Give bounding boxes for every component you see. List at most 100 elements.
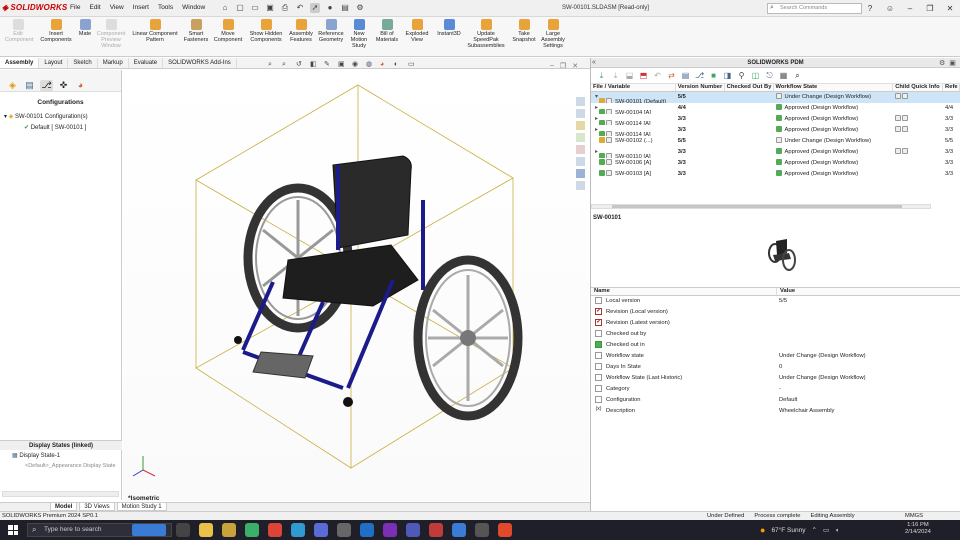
pdm-taskbar-icon[interactable]	[452, 523, 466, 537]
minimize-button[interactable]: –	[900, 0, 920, 17]
edit-appearance-icon[interactable]: ◕	[380, 61, 388, 69]
ribbon-button-move-component[interactable]: Move Component	[212, 19, 244, 43]
search-highlight-icon[interactable]	[132, 524, 166, 536]
ribbon-button-insert-components[interactable]: Insert Components	[36, 19, 76, 43]
chrome-icon[interactable]	[268, 523, 282, 537]
viewport-minimize-icon[interactable]: –	[550, 62, 554, 70]
ribbon-button-reference-geometry[interactable]: Reference Geometry	[316, 19, 346, 43]
view-settings-icon[interactable]: ▭	[408, 61, 416, 69]
display-manager-icon[interactable]: ◕	[74, 80, 87, 91]
network-icon[interactable]: ▭	[823, 526, 829, 534]
viewport-restore-icon[interactable]: ❐	[560, 62, 566, 70]
custom-properties-icon[interactable]	[576, 157, 585, 166]
refresh-app-icon[interactable]	[475, 523, 489, 537]
outlook-icon[interactable]	[360, 523, 374, 537]
user-icon[interactable]: ☺	[880, 0, 900, 17]
edge-icon[interactable]	[245, 523, 259, 537]
search-icon-pdm[interactable]: ⌕	[793, 71, 802, 80]
bottom-tab-model[interactable]: Model	[50, 503, 78, 511]
maximize-button[interactable]: ❐	[920, 0, 940, 17]
name-column-header[interactable]: Name	[591, 288, 777, 295]
task-view-icon[interactable]	[176, 523, 190, 537]
display-state-item[interactable]: ▦ Display State-1	[12, 452, 60, 459]
ribbon-button-assembly-features[interactable]: Assembly Features	[286, 19, 316, 43]
ribbon-button-new-motion-study[interactable]: New Motion Study	[348, 19, 370, 50]
menu-view[interactable]: View	[110, 4, 124, 11]
tab-layout[interactable]: Layout	[39, 58, 69, 68]
zoom-to-fit-icon[interactable]: ⌕	[268, 61, 276, 69]
open-folder-icon[interactable]: ▭	[250, 3, 260, 13]
file-explorer-taskbar-icon[interactable]	[199, 523, 213, 537]
menu-window[interactable]: Window	[182, 4, 205, 11]
ribbon-button-exploded-view[interactable]: Exploded View	[402, 19, 432, 43]
get-latest-icon[interactable]: ⤓	[597, 71, 606, 80]
ribbon-button-instant3d[interactable]: Instant3D	[434, 19, 464, 37]
volume-icon[interactable]: ◖	[835, 527, 839, 534]
change-state-icon[interactable]: ⇄	[667, 71, 676, 80]
tree-root[interactable]: ▾ ◈ SW-00101 Configuration(s)	[4, 112, 121, 123]
file-explorer-icon[interactable]	[576, 121, 585, 130]
view-palette-icon[interactable]	[576, 133, 585, 142]
scrollbar-thumb[interactable]	[612, 205, 902, 208]
find-icon[interactable]: ⚲	[737, 71, 746, 80]
rebuild-icon[interactable]: ●	[325, 3, 335, 13]
graphics-area[interactable]: *Isometric	[123, 70, 589, 502]
viewport-close-icon[interactable]: ✕	[572, 62, 578, 70]
pdm-tab-icon[interactable]	[576, 169, 585, 178]
menu-file[interactable]: File	[70, 4, 80, 11]
file-row[interactable]: ▸SW-00114 [A] 3/3 Approved (Design Workflo…	[591, 114, 960, 125]
new-document-icon[interactable]: ▢	[235, 3, 245, 13]
view-orientation-icon[interactable]: ▣	[338, 61, 346, 69]
previous-view-icon[interactable]: ↺	[296, 61, 304, 69]
file-row[interactable]: SW-00106 [A] 3/3 Approved (Design Workflow…	[591, 158, 960, 169]
ribbon-button-update-speedpak-subassemblies[interactable]: Update SpeedPak Subassemblies	[466, 19, 506, 50]
save-icon[interactable]: ▣	[265, 3, 275, 13]
zoom-to-area-icon[interactable]: ⌕	[282, 61, 290, 69]
property-manager-icon[interactable]: ▤	[23, 80, 36, 91]
bill-of-materials-icon[interactable]: ▦	[779, 71, 788, 80]
solidworks-logo[interactable]: ◈ SOLIDWORKS	[2, 3, 67, 12]
recording-icon[interactable]	[498, 523, 512, 537]
column-header-child-quick-info[interactable]: Child Quick Info	[893, 84, 944, 91]
dynamic-annotation-icon[interactable]: ✎	[324, 61, 332, 69]
ribbon-button-take-snapshot[interactable]: Take Snapshot	[510, 19, 538, 43]
pdm-settings-icon[interactable]: ⚙	[939, 59, 945, 67]
tree-config-default[interactable]: ✔ Default [ SW-00101 ]	[4, 123, 121, 134]
tab-evaluate[interactable]: Evaluate	[129, 58, 164, 68]
column-header-version-number[interactable]: Version Number	[676, 84, 725, 91]
check-out-icon[interactable]: ⬒	[639, 71, 648, 80]
file-row[interactable]: ▸SW-00104 [A] 4/4 Approved (Design Workflo…	[591, 103, 960, 114]
undo-checkout-icon[interactable]: ↶	[653, 71, 662, 80]
file-row[interactable]: SW-00102 (...) 5/5 Under Change (Design Wo…	[591, 136, 960, 147]
column-header-checked-out-by[interactable]: Checked Out By	[725, 84, 774, 91]
edge-dev-icon[interactable]	[291, 523, 305, 537]
list-view-icon[interactable]: ▤	[681, 71, 690, 80]
print-icon[interactable]: ⎙	[280, 3, 290, 13]
ribbon-button-smart-fasteners[interactable]: Smart Fasteners	[182, 19, 210, 43]
media-icon[interactable]	[314, 523, 328, 537]
feature-manager-icon[interactable]: ◈	[6, 80, 19, 91]
ribbon-button-edit-component[interactable]: Edit Component	[5, 19, 33, 43]
tab-solidworks-add-ins[interactable]: SOLIDWORKS Add-Ins	[163, 58, 237, 68]
bottom-tab-3d-views[interactable]: 3D Views	[79, 503, 115, 511]
menu-insert[interactable]: Insert	[133, 4, 149, 11]
configuration-manager-icon[interactable]: ⎇	[40, 80, 53, 91]
dimxpert-icon[interactable]: ✜	[57, 80, 70, 91]
apply-scene-icon[interactable]: ◐	[394, 61, 402, 69]
file-row[interactable]: ▸SW-00114 [A] 3/3 Approved (Design Workflo…	[591, 125, 960, 136]
history-icon[interactable]: ◫	[751, 71, 760, 80]
get-version-icon[interactable]: ⤓	[611, 71, 620, 80]
menu-tools[interactable]: Tools	[158, 4, 173, 11]
ribbon-button-component-preview-window[interactable]: Component Preview Window	[96, 19, 126, 50]
column-header-workflow-state[interactable]: Workflow State	[774, 84, 894, 91]
column-header-file-variable[interactable]: File / Variable	[591, 84, 676, 91]
tab-markup[interactable]: Markup	[98, 58, 129, 68]
weather-text[interactable]: 67°F Sunny	[771, 527, 805, 534]
checked-out-filter-icon[interactable]: ◨	[723, 71, 732, 80]
help-icon[interactable]: ?	[860, 0, 880, 17]
pdm-pin-icon[interactable]: ▣	[949, 59, 956, 67]
solidworks-taskbar-icon[interactable]	[429, 523, 443, 537]
teams-icon[interactable]	[222, 523, 236, 537]
tab-assembly[interactable]: Assembly	[0, 58, 40, 68]
file-row[interactable]: ▾SW-00101 (Default) 5/5 Under Change (Desi…	[591, 92, 960, 103]
